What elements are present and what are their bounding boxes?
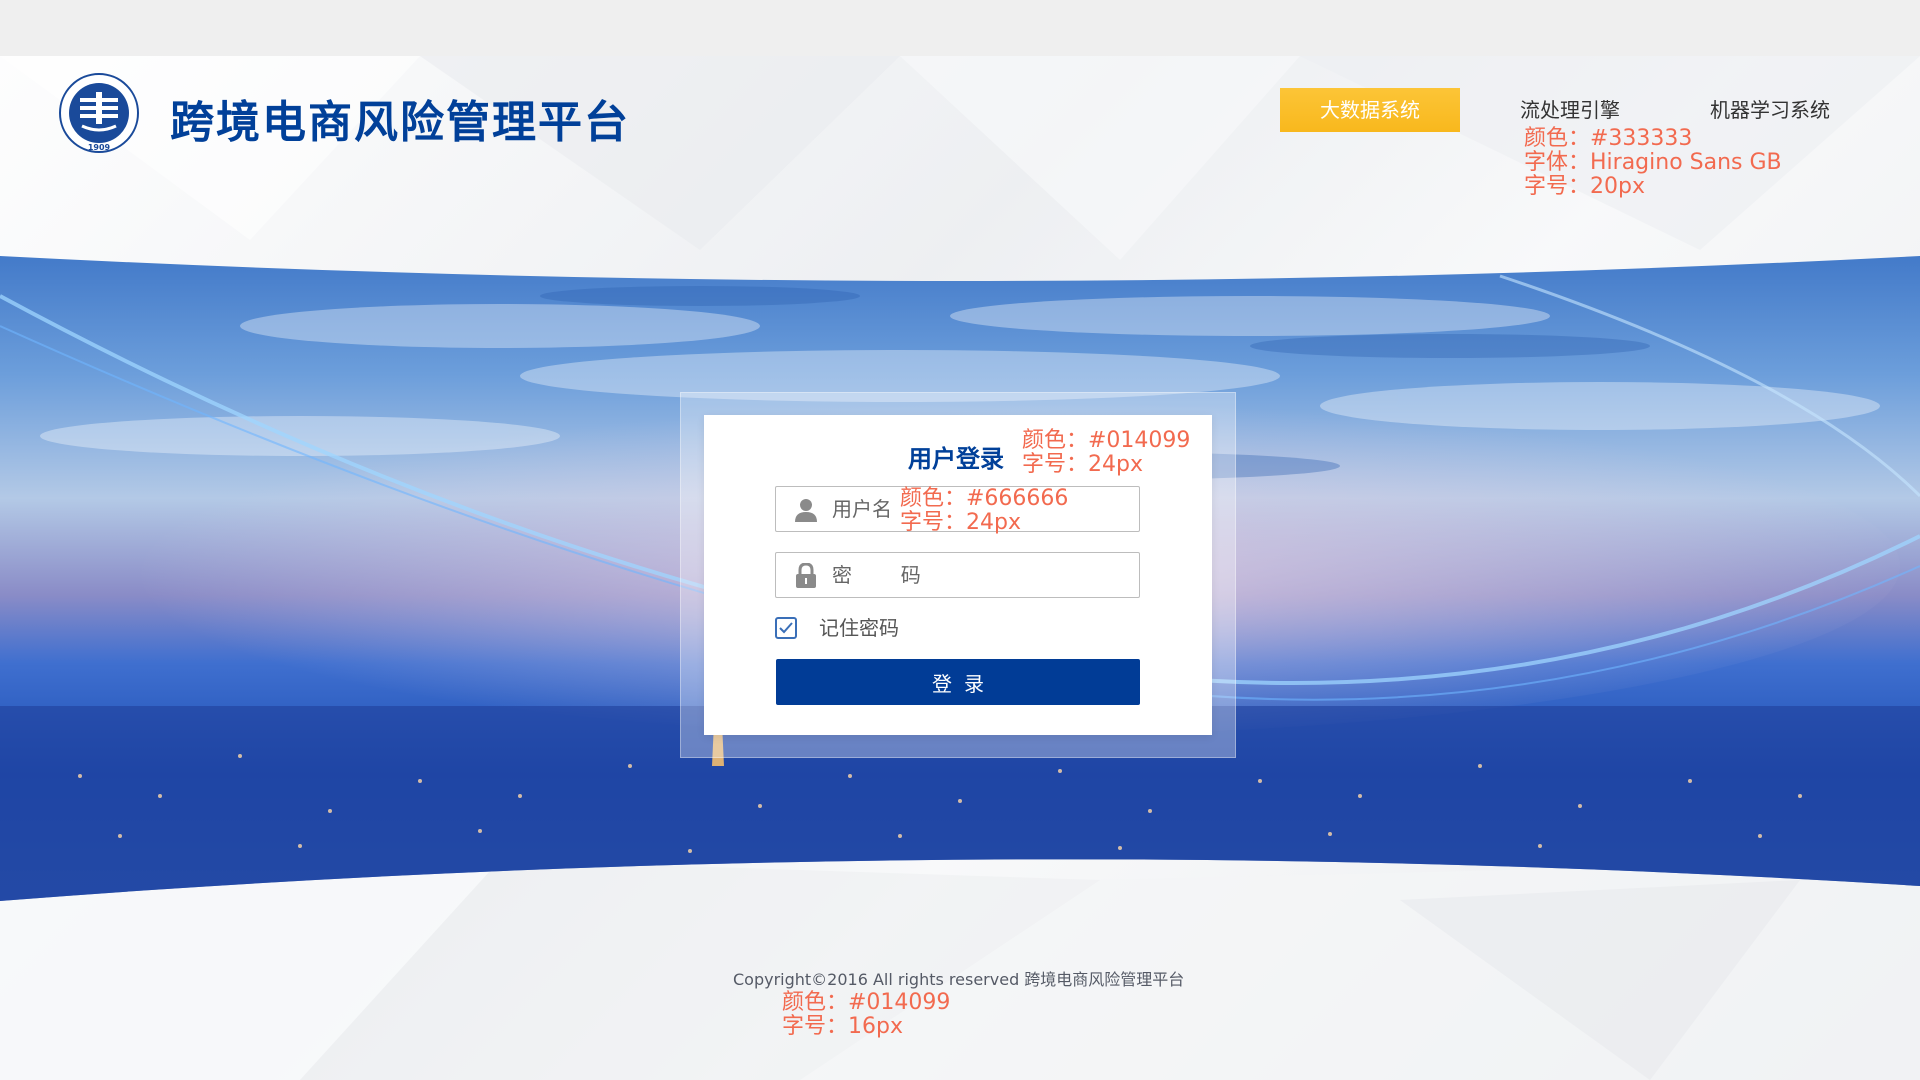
login-page: 1909 跨境电商风险管理平台 大数据系统 流处理引擎 机器学习系统 颜色：#3… xyxy=(0,0,1920,1080)
design-annotation-nav-color: 颜色：#333333 xyxy=(1524,126,1693,151)
design-annotation-input-size: 字号：24px xyxy=(900,510,1021,535)
login-title: 用户登录 xyxy=(908,445,1004,473)
nav-item-big-data[interactable]: 大数据系统 xyxy=(1280,88,1460,132)
site-title: 跨境电商风险管理平台 xyxy=(170,97,630,148)
remember-label: 记住密码 xyxy=(819,616,899,640)
design-annotation-nav-font: 字体：Hiragino Sans GB xyxy=(1524,150,1782,175)
design-annotation-footer-size: 字号：16px xyxy=(782,1014,903,1039)
header: 1909 跨境电商风险管理平台 大数据系统 流处理引擎 机器学习系统 颜色：#3… xyxy=(0,56,1920,226)
design-annotation-footer-color: 颜色：#014099 xyxy=(782,990,951,1015)
design-annotation-title-size: 字号：24px xyxy=(1022,452,1143,477)
remember-password[interactable]: 记住密码 xyxy=(775,615,975,641)
remember-checkbox[interactable] xyxy=(775,617,797,639)
design-annotation-title-color: 颜色：#014099 xyxy=(1022,428,1191,453)
check-icon xyxy=(779,622,793,634)
copyright-text: Copyright©2016 All rights reserved 跨境电商风… xyxy=(733,970,1185,989)
login-button[interactable]: 登录 xyxy=(776,659,1140,705)
password-field[interactable] xyxy=(775,552,1140,598)
password-input[interactable] xyxy=(830,559,1130,591)
svg-text:1909: 1909 xyxy=(88,143,111,152)
design-annotation-nav-size: 字号：20px xyxy=(1524,174,1645,199)
user-icon xyxy=(795,499,817,522)
university-logo: 1909 xyxy=(59,73,139,153)
nav-item-machine-learning[interactable]: 机器学习系统 xyxy=(1710,88,1830,132)
design-annotation-input-color: 颜色：#666666 xyxy=(900,486,1069,511)
lock-icon xyxy=(796,563,816,588)
top-strip xyxy=(0,0,1920,56)
